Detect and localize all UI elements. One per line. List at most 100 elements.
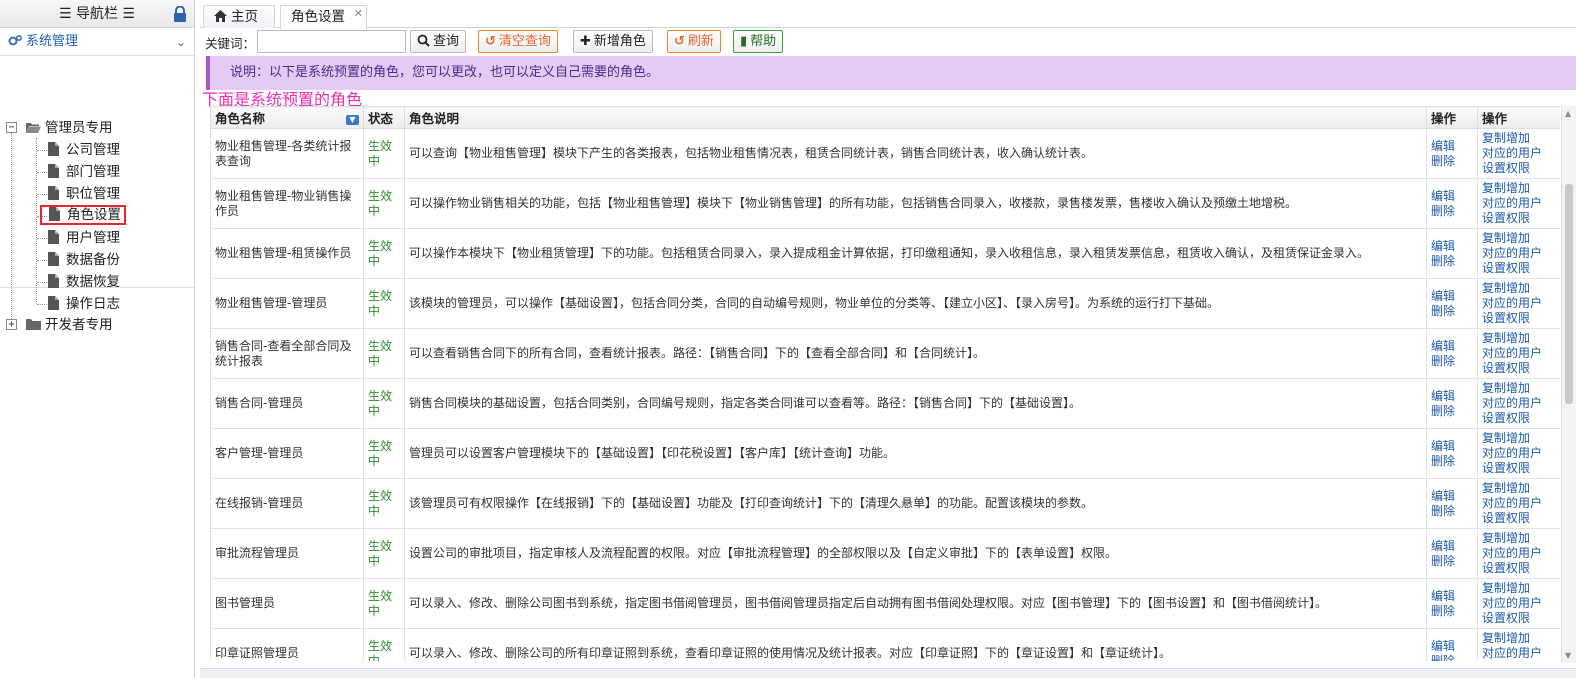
set-permission-link[interactable]: 设置权限 bbox=[1482, 161, 1556, 176]
delete-link[interactable]: 删除 bbox=[1431, 604, 1473, 619]
copy-add-link[interactable]: 复制增加 bbox=[1482, 531, 1556, 546]
users-link[interactable]: 对应的用户 bbox=[1482, 396, 1556, 411]
copy-add-link[interactable]: 复制增加 bbox=[1482, 281, 1556, 296]
table-row[interactable]: 物业租售管理-租赁操作员 生效中 可以操作本模块下【物业租赁管理】下的功能。包括租赁… bbox=[210, 228, 1560, 279]
copy-add-link[interactable]: 复制增加 bbox=[1482, 331, 1556, 346]
users-link[interactable]: 对应的用户 bbox=[1482, 646, 1556, 661]
set-permission-link[interactable]: 设置权限 bbox=[1482, 511, 1556, 526]
edit-link[interactable]: 编辑 bbox=[1431, 589, 1473, 604]
copy-add-link[interactable]: 复制增加 bbox=[1482, 231, 1556, 246]
refresh-button[interactable]: ↺ 刷新 bbox=[667, 30, 721, 53]
set-permission-link[interactable]: 设置权限 bbox=[1482, 211, 1556, 226]
set-permission-link[interactable]: 设置权限 bbox=[1482, 361, 1556, 376]
query-button[interactable]: 查询 bbox=[410, 30, 467, 53]
edit-link[interactable]: 编辑 bbox=[1431, 539, 1473, 554]
tree-node-admin[interactable]: 管理员专用 bbox=[26, 118, 115, 138]
col-header-description[interactable]: 角色说明 bbox=[404, 106, 1427, 129]
copy-add-link[interactable]: 复制增加 bbox=[1482, 631, 1556, 646]
delete-link[interactable]: 删除 bbox=[1431, 254, 1473, 269]
copy-add-link[interactable]: 复制增加 bbox=[1482, 381, 1556, 396]
tree-item-log[interactable]: 操作日志 bbox=[48, 294, 122, 314]
delete-link[interactable]: 删除 bbox=[1431, 554, 1473, 569]
tab-home[interactable]: 主页 bbox=[203, 5, 275, 28]
set-permission-link[interactable]: 设置权限 bbox=[1482, 561, 1556, 576]
copy-add-link[interactable]: 复制增加 bbox=[1482, 181, 1556, 196]
table-row[interactable]: 在线报销-管理员 生效中 该管理员可有权限操作【在线报销】下的【基础设置】功能及【打… bbox=[210, 478, 1560, 529]
edit-link[interactable]: 编辑 bbox=[1431, 639, 1473, 654]
scroll-down-icon[interactable]: ▼ bbox=[1565, 651, 1571, 660]
tree-node-developer[interactable]: 开发者专用 bbox=[26, 315, 115, 335]
collapse-toggle-icon[interactable]: − bbox=[6, 122, 17, 133]
tree-item-department[interactable]: 部门管理 bbox=[48, 162, 122, 182]
scroll-up-icon[interactable]: ▲ bbox=[1565, 109, 1571, 118]
copy-add-link[interactable]: 复制增加 bbox=[1482, 431, 1556, 446]
role-name-cell: 销售合同-管理员 bbox=[210, 378, 364, 429]
sort-down-icon[interactable]: ▼ bbox=[346, 115, 359, 125]
help-button[interactable]: ▮ 帮助 bbox=[733, 30, 784, 53]
clear-query-button[interactable]: ↺ 清空查询 bbox=[478, 30, 558, 53]
set-permission-link[interactable]: 设置权限 bbox=[1482, 461, 1556, 476]
users-link[interactable]: 对应的用户 bbox=[1482, 496, 1556, 511]
nav-group-system[interactable]: 系统管理 ⌄ bbox=[0, 28, 194, 56]
users-link[interactable]: 对应的用户 bbox=[1482, 196, 1556, 211]
add-role-button[interactable]: ✚ 新增角色 bbox=[573, 30, 653, 53]
chevron-down-icon[interactable]: ⌄ bbox=[176, 28, 186, 56]
keyword-input[interactable] bbox=[257, 30, 406, 53]
table-row[interactable]: 印章证照管理员 生效中 可以录入、修改、删除公司的所有印章证照到系统，查看印章证照的… bbox=[210, 628, 1560, 662]
table-row[interactable]: 物业租售管理-各类统计报表查询 生效中 可以查询【物业租售管理】模块下产生的各类报表… bbox=[210, 128, 1560, 179]
edit-link[interactable]: 编辑 bbox=[1431, 289, 1473, 304]
edit-link[interactable]: 编辑 bbox=[1431, 339, 1473, 354]
users-link[interactable]: 对应的用户 bbox=[1482, 246, 1556, 261]
tree-item-backup[interactable]: 数据备份 bbox=[48, 250, 122, 270]
scrollbar-thumb[interactable] bbox=[1565, 184, 1573, 404]
set-permission-link[interactable]: 设置权限 bbox=[1482, 261, 1556, 276]
delete-link[interactable]: 删除 bbox=[1431, 154, 1473, 169]
table-row[interactable]: 物业租售管理-管理员 生效中 该模块的管理员，可以操作【基础设置】，包括合同分类，合… bbox=[210, 278, 1560, 329]
delete-link[interactable]: 删除 bbox=[1431, 354, 1473, 369]
close-icon[interactable]: ✕ bbox=[354, 3, 363, 25]
users-link[interactable]: 对应的用户 bbox=[1482, 296, 1556, 311]
set-permission-link[interactable]: 设置权限 bbox=[1482, 611, 1556, 626]
users-link[interactable]: 对应的用户 bbox=[1482, 446, 1556, 461]
delete-link[interactable]: 删除 bbox=[1431, 504, 1473, 519]
copy-add-link[interactable]: 复制增加 bbox=[1482, 481, 1556, 496]
users-link[interactable]: 对应的用户 bbox=[1482, 546, 1556, 561]
tree-item-position[interactable]: 职位管理 bbox=[48, 184, 122, 204]
edit-link[interactable]: 编辑 bbox=[1431, 389, 1473, 404]
tree-item-users[interactable]: 用户管理 bbox=[48, 228, 122, 248]
edit-link[interactable]: 编辑 bbox=[1431, 189, 1473, 204]
tab-role-settings[interactable]: 角色设置 ✕ bbox=[280, 5, 367, 29]
tree-item-restore[interactable]: 数据恢复 bbox=[48, 272, 122, 292]
users-link[interactable]: 对应的用户 bbox=[1482, 346, 1556, 361]
vertical-scrollbar[interactable]: ▲ ▼ bbox=[1561, 106, 1576, 663]
users-link[interactable]: 对应的用户 bbox=[1482, 146, 1556, 161]
edit-link[interactable]: 编辑 bbox=[1431, 489, 1473, 504]
table-row[interactable]: 审批流程管理员 生效中 设置公司的审批项目，指定审核人及流程配置的权限。对应【审批流… bbox=[210, 528, 1560, 579]
table-row[interactable]: 物业租售管理-物业销售操作员 生效中 可以操作物业销售相关的功能，包括【物业租售管理… bbox=[210, 178, 1560, 229]
edit-link[interactable]: 编辑 bbox=[1431, 139, 1473, 154]
delete-link[interactable]: 删除 bbox=[1431, 304, 1473, 319]
copy-add-link[interactable]: 复制增加 bbox=[1482, 131, 1556, 146]
table-row[interactable]: 销售合同-查看全部合同及统计报表 生效中 可以查看销售合同下的所有合同，查看统计报表… bbox=[210, 328, 1560, 379]
expand-toggle-icon[interactable]: + bbox=[6, 319, 17, 330]
set-permission-link[interactable]: 设置权限 bbox=[1482, 411, 1556, 426]
tree-item-role-settings[interactable]: 角色设置 bbox=[40, 205, 126, 225]
table-row[interactable]: 图书管理员 生效中 可以录入、修改、删除公司图书到系统，指定图书借阅管理员，图书借阅… bbox=[210, 578, 1560, 629]
copy-add-link[interactable]: 复制增加 bbox=[1482, 581, 1556, 596]
col-header-status[interactable]: 状态 bbox=[363, 106, 405, 129]
role-name-cell: 物业租售管理-物业销售操作员 bbox=[210, 178, 364, 229]
delete-link[interactable]: 删除 bbox=[1431, 404, 1473, 419]
delete-link[interactable]: 删除 bbox=[1431, 204, 1473, 219]
delete-link[interactable]: 删除 bbox=[1431, 654, 1473, 662]
delete-link[interactable]: 删除 bbox=[1431, 454, 1473, 469]
set-permission-link[interactable]: 设置权限 bbox=[1482, 311, 1556, 326]
edit-link[interactable]: 编辑 bbox=[1431, 439, 1473, 454]
undo-icon: ↺ bbox=[485, 34, 496, 49]
edit-link[interactable]: 编辑 bbox=[1431, 239, 1473, 254]
table-row[interactable]: 客户管理-管理员 生效中 管理员可以设置客户管理模块下的【基础设置】【印花税设置】【… bbox=[210, 428, 1560, 479]
tree-item-company[interactable]: 公司管理 bbox=[48, 140, 122, 160]
users-link[interactable]: 对应的用户 bbox=[1482, 596, 1556, 611]
lock-icon[interactable] bbox=[173, 6, 187, 22]
col-header-role-name[interactable]: 角色名称 ▼ bbox=[210, 106, 364, 129]
table-row[interactable]: 销售合同-管理员 生效中 销售合同模块的基础设置，包括合同类别，合同编号规则，指定各… bbox=[210, 378, 1560, 429]
